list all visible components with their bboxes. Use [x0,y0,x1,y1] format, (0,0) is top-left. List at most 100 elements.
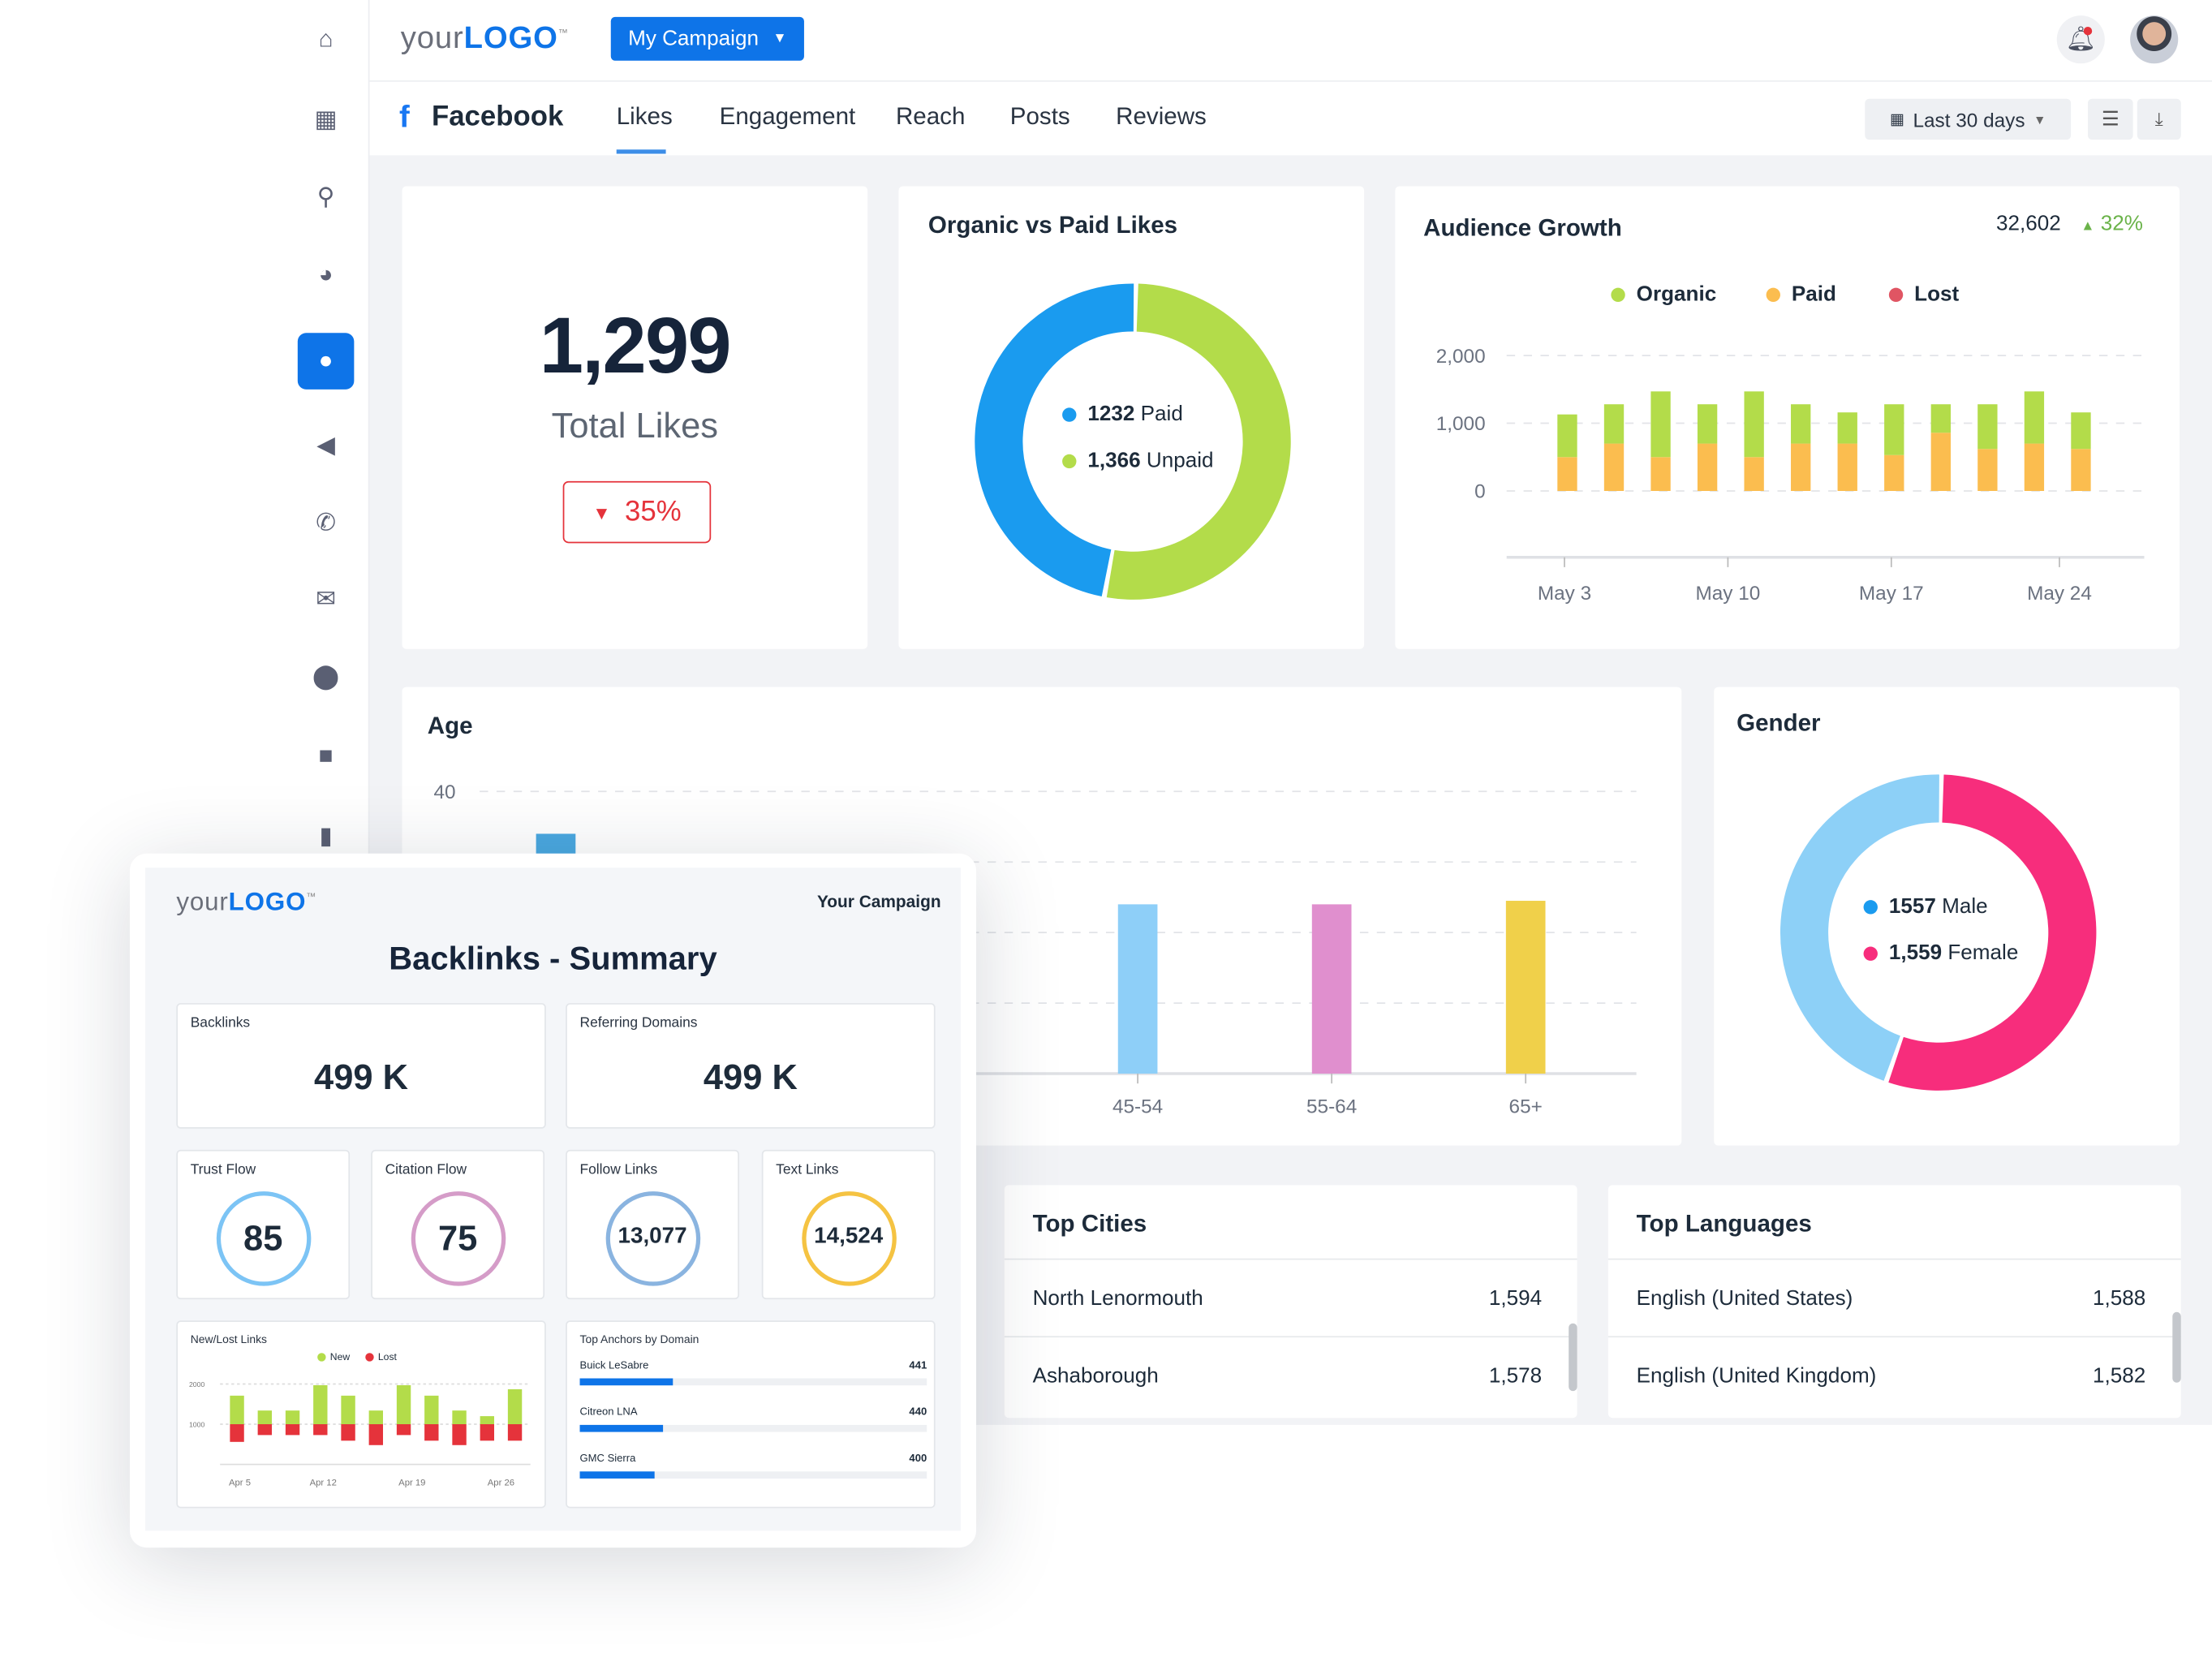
phone-icon[interactable]: ✆ [298,495,355,552]
bar-lost[interactable] [368,1424,384,1445]
x-tick-label: Apr 26 [488,1479,514,1488]
scrollbar[interactable] [1569,1323,1577,1392]
active-tab-indicator [616,149,666,154]
age-bar[interactable] [1505,901,1546,1074]
x-tick-label: May 10 [1696,583,1761,605]
bar-new[interactable] [480,1416,494,1425]
bar-organic[interactable] [1930,404,1951,433]
bar-paid[interactable] [1603,443,1625,491]
bar-new[interactable] [341,1395,355,1425]
logo[interactable]: yourLOGO™ [401,19,569,56]
bar-lost[interactable] [230,1424,244,1442]
bar-new[interactable] [452,1410,467,1425]
search-icon[interactable]: ⚲ [298,170,355,226]
bar-new[interactable] [257,1410,273,1425]
anchor-row: Citreon LNA 440 [579,1406,927,1445]
list-item[interactable]: Ashaborough 1,578 [1005,1336,1577,1414]
bar-paid[interactable] [1930,433,1951,491]
bar-new[interactable] [424,1395,439,1425]
bar-paid[interactable] [1791,443,1811,491]
bar-new[interactable] [368,1410,384,1425]
bar-new[interactable] [313,1384,328,1425]
bar-lost[interactable] [313,1424,328,1436]
audience-growth-chart: 2,000 1,000 0 May 3 May 10 May 17 May 24 [1436,346,2145,605]
bar-organic[interactable] [1603,404,1625,444]
notification-bell-icon[interactable]: 🔔︎ [2056,15,2105,64]
tab-likes[interactable]: Likes [617,103,673,131]
dashboard-icon[interactable]: ▦ [298,92,355,149]
bar-new[interactable] [230,1395,244,1425]
bar-paid[interactable] [1557,457,1577,491]
bar-paid[interactable] [2071,449,2091,491]
tab-reviews[interactable]: Reviews [1116,103,1207,131]
bar-paid[interactable] [2024,443,2045,491]
anchor-progress-track [579,1471,927,1479]
anchor-progress-fill [579,1424,664,1432]
bar-organic[interactable] [1977,404,1998,450]
tab-posts[interactable]: Posts [1010,103,1070,131]
anchor-progress-track [579,1378,927,1386]
bar-lost[interactable] [424,1424,439,1441]
calendar-icon: ▦ [1889,111,1905,129]
filter-settings-button[interactable]: ☰ [2087,98,2133,140]
bar-paid[interactable] [1697,443,1718,491]
bar-paid[interactable] [1884,454,1904,491]
bar-organic[interactable] [1837,412,1857,444]
organic-paid-card: Organic vs Paid Likes 1232 Paid 1,366 Un… [898,186,1365,649]
backlinks-report: yourLOGO™ Your Campaign Backlinks - Summ… [129,853,977,1548]
bar-paid[interactable] [1650,457,1671,491]
bar-lost[interactable] [257,1424,273,1436]
bar-new[interactable] [396,1384,411,1425]
y-tick-label: 40 [433,781,455,803]
bar-lost[interactable] [285,1424,300,1436]
list-item[interactable]: English (United States) 1,588 [1608,1259,2181,1337]
legend-unpaid: 1,366 Unpaid [1062,449,1214,472]
bar-paid[interactable] [1744,457,1764,491]
bar-lost[interactable] [341,1424,355,1441]
megaphone-icon[interactable]: ◀ [298,418,355,475]
bar-lost[interactable] [396,1424,411,1436]
x-tick-label: May 3 [1538,583,1591,605]
platform-title: Facebook [431,101,564,133]
facebook-icon: f [398,98,410,135]
bar-organic[interactable] [1884,404,1904,455]
bar-paid[interactable] [1837,443,1857,491]
tab-engagement[interactable]: Engagement [720,103,856,131]
home-icon[interactable]: ⌂ [298,11,355,68]
pie-chart-icon[interactable]: ◕ [298,247,355,304]
bar-organic[interactable] [1557,414,1577,458]
bar-organic[interactable] [2071,412,2091,450]
bar-organic[interactable] [2024,391,2045,444]
date-range-dropdown[interactable]: ▦ Last 30 days ▼ [1865,98,2072,140]
scrollbar[interactable] [2172,1311,2181,1383]
tab-reach[interactable]: Reach [896,103,965,131]
list-item[interactable]: North Lenormouth 1,594 [1005,1259,1577,1337]
y-tick-label: 2000 [189,1380,204,1388]
age-bar[interactable] [1117,904,1158,1074]
bar-organic[interactable] [1650,391,1671,458]
download-button[interactable]: ⤓ [2137,98,2181,140]
briefcase-icon[interactable]: ■ [298,728,355,785]
user-avatar[interactable] [2130,15,2179,64]
bar-paid[interactable] [1977,449,1998,491]
chat-icon[interactable]: ● [297,333,355,390]
bar-lost[interactable] [480,1424,494,1441]
report-logo: yourLOGO™ [176,887,317,916]
gauge-trust-flow: Trust Flow 85 [176,1149,351,1300]
bar-new[interactable] [285,1410,300,1425]
bar-lost[interactable] [507,1424,523,1441]
bar-lost[interactable] [452,1424,467,1445]
bar-organic[interactable] [1791,404,1811,444]
bar-organic[interactable] [1697,404,1718,444]
new-lost-links-box: New/Lost Links New Lost 2000 1000 Apr 5 Apr… [176,1320,546,1509]
mail-icon[interactable]: ✉ [298,571,355,628]
age-bar[interactable] [1311,904,1352,1074]
bar-organic[interactable] [1744,391,1764,458]
list-item[interactable]: English (United Kingdom) 1,582 [1608,1336,2181,1414]
campaign-dropdown-button[interactable]: My Campaign ▼ [610,16,804,61]
sidebar: ⌂ ▦ ⚲ ◕ ● ◀ ✆ ✉ ⬤ ■ ▮ [282,0,370,861]
location-icon[interactable]: ⬤ [298,649,355,706]
total-likes-label: Total Likes [551,406,719,446]
bar-new[interactable] [507,1388,523,1425]
legend-paid: 1232 Paid [1062,402,1183,426]
